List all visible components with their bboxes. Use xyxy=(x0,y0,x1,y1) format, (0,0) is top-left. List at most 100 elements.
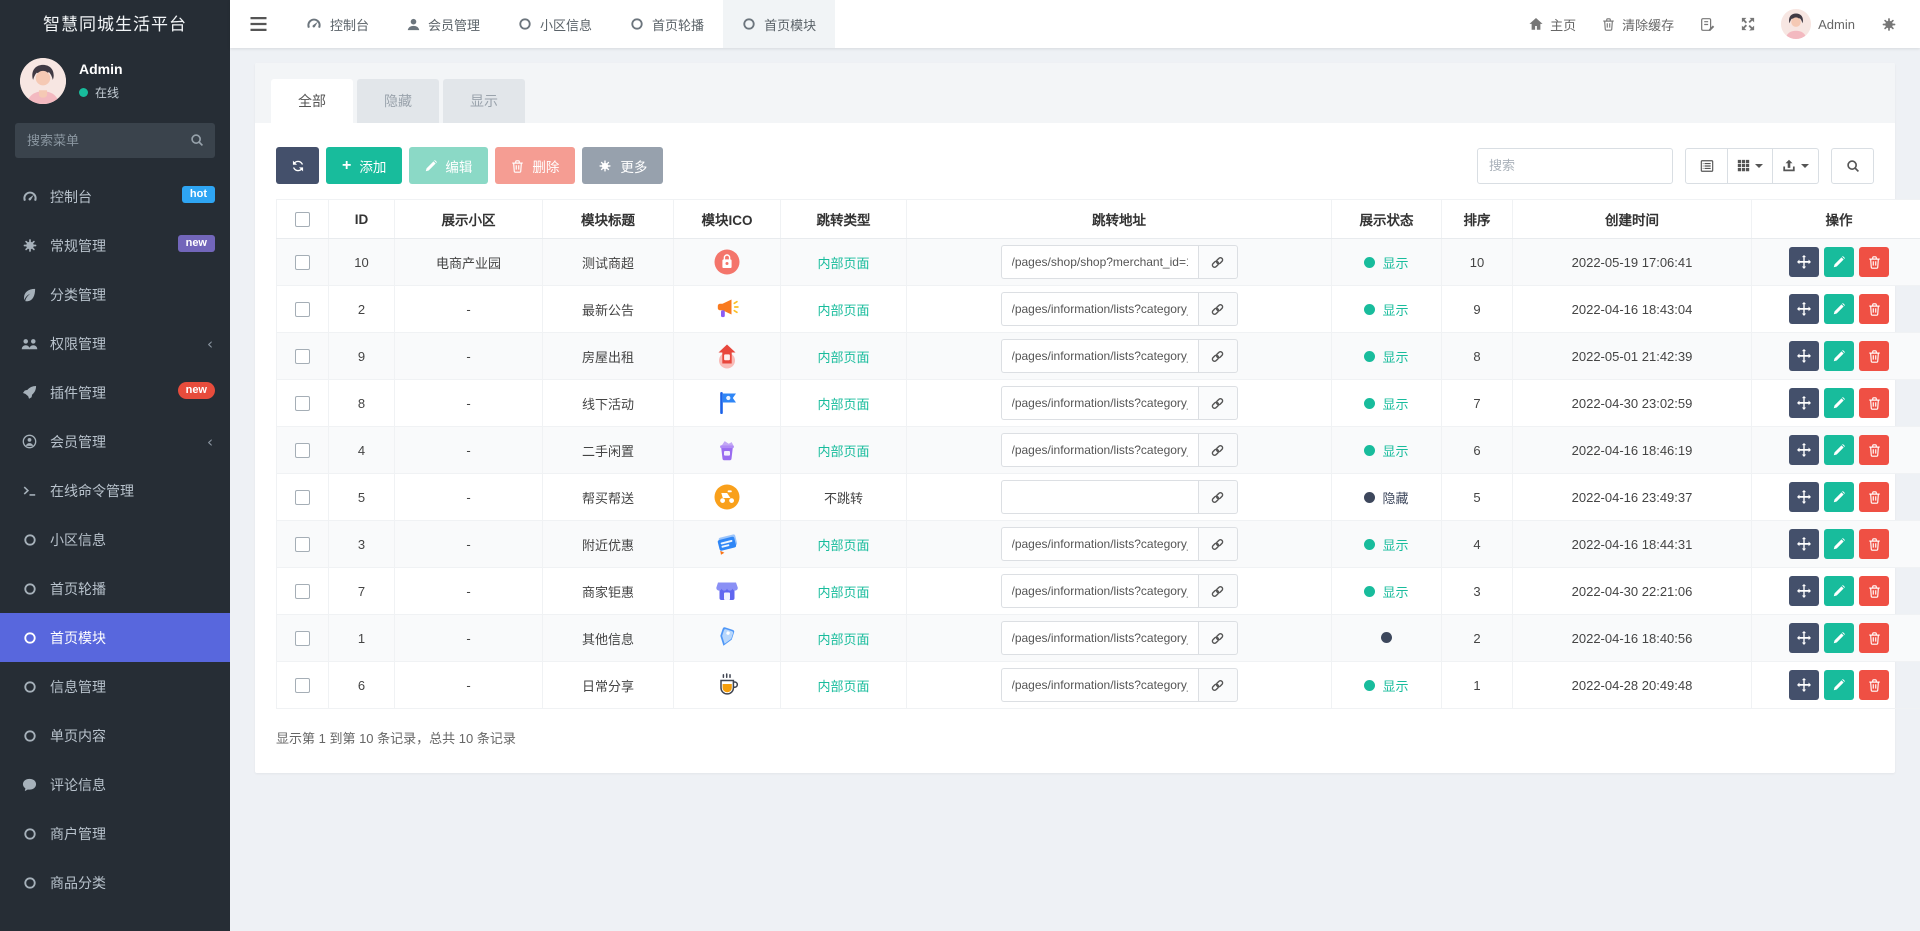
select-link-button[interactable] xyxy=(1197,386,1238,420)
row-edit-button[interactable] xyxy=(1824,388,1854,418)
jump-url-input[interactable] xyxy=(1000,574,1198,608)
row-edit-button[interactable] xyxy=(1824,435,1854,465)
jump-url-input[interactable] xyxy=(1000,292,1198,326)
status-badge[interactable]: 显示 xyxy=(1364,582,1409,601)
select-link-button[interactable] xyxy=(1197,433,1238,467)
export-button[interactable] xyxy=(1773,147,1819,184)
row-delete-button[interactable] xyxy=(1859,388,1889,418)
drag-sort-button[interactable] xyxy=(1789,576,1819,606)
select-link-button[interactable] xyxy=(1197,574,1238,608)
filter-tab-显示[interactable]: 显示 xyxy=(443,79,525,123)
status-badge[interactable]: 显示 xyxy=(1364,347,1409,366)
row-edit-button[interactable] xyxy=(1824,529,1854,559)
sidebar-toggle-button[interactable] xyxy=(230,0,287,48)
row-edit-button[interactable] xyxy=(1824,482,1854,512)
status-badge[interactable]: 隐藏 xyxy=(1364,488,1409,507)
status-badge[interactable]: 显示 xyxy=(1364,253,1409,272)
sidebar-item-首页轮播[interactable]: 首页轮播 xyxy=(0,564,230,613)
row-checkbox[interactable] xyxy=(295,537,310,553)
sidebar-item-评论信息[interactable]: 评论信息 xyxy=(0,760,230,809)
sidebar-item-商品分类[interactable]: 商品分类 xyxy=(0,858,230,907)
row-checkbox[interactable] xyxy=(295,396,310,412)
select-link-button[interactable] xyxy=(1197,621,1238,655)
sidebar-item-小区信息[interactable]: 小区信息 xyxy=(0,515,230,564)
jump-url-input[interactable] xyxy=(1000,433,1198,467)
row-edit-button[interactable] xyxy=(1824,576,1854,606)
sidebar-item-插件管理[interactable]: 插件管理 new xyxy=(0,368,230,417)
row-checkbox[interactable] xyxy=(295,678,310,694)
row-edit-button[interactable] xyxy=(1824,623,1854,653)
docs-button[interactable] xyxy=(1687,0,1728,48)
topbar-tab-首页轮播[interactable]: 首页轮播 xyxy=(611,0,723,48)
drag-sort-button[interactable] xyxy=(1789,670,1819,700)
sidebar-item-分类管理[interactable]: 分类管理 xyxy=(0,270,230,319)
menu-search-input[interactable] xyxy=(15,123,215,158)
fullscreen-button[interactable] xyxy=(1728,0,1768,48)
jump-url-input[interactable] xyxy=(1000,527,1198,561)
drag-sort-button[interactable] xyxy=(1789,388,1819,418)
select-link-button[interactable] xyxy=(1197,245,1238,279)
select-link-button[interactable] xyxy=(1197,339,1238,373)
jump-url-input[interactable] xyxy=(1000,668,1198,702)
jump-url-input[interactable] xyxy=(1000,386,1198,420)
row-delete-button[interactable] xyxy=(1859,529,1889,559)
sidebar-item-常规管理[interactable]: 常规管理 new xyxy=(0,221,230,270)
row-checkbox[interactable] xyxy=(295,443,310,459)
row-delete-button[interactable] xyxy=(1859,670,1889,700)
status-badge[interactable]: 显示 xyxy=(1364,676,1409,695)
row-delete-button[interactable] xyxy=(1859,294,1889,324)
delete-button[interactable]: 删除 xyxy=(495,147,576,184)
row-delete-button[interactable] xyxy=(1859,247,1889,277)
row-checkbox[interactable] xyxy=(295,631,310,647)
user-avatar[interactable] xyxy=(20,58,66,104)
user-menu[interactable]: Admin xyxy=(1768,0,1868,48)
jump-url-input[interactable] xyxy=(1000,621,1198,655)
row-delete-button[interactable] xyxy=(1859,576,1889,606)
status-badge[interactable]: 显示 xyxy=(1364,394,1409,413)
drag-sort-button[interactable] xyxy=(1789,623,1819,653)
drag-sort-button[interactable] xyxy=(1789,482,1819,512)
drag-sort-button[interactable] xyxy=(1789,341,1819,371)
filter-tab-隐藏[interactable]: 隐藏 xyxy=(357,79,439,123)
select-link-button[interactable] xyxy=(1197,292,1238,326)
topbar-tab-会员管理[interactable]: 会员管理 xyxy=(388,0,499,48)
jump-url-input[interactable] xyxy=(1000,480,1198,514)
row-checkbox[interactable] xyxy=(295,349,310,365)
row-checkbox[interactable] xyxy=(295,255,310,271)
select-link-button[interactable] xyxy=(1197,527,1238,561)
status-badge[interactable]: 显示 xyxy=(1364,535,1409,554)
row-delete-button[interactable] xyxy=(1859,435,1889,465)
sidebar-item-权限管理[interactable]: 权限管理 ‹ xyxy=(0,319,230,368)
home-link[interactable]: 主页 xyxy=(1516,0,1589,48)
sidebar-item-首页模块[interactable]: 首页模块 xyxy=(0,613,230,662)
row-delete-button[interactable] xyxy=(1859,341,1889,371)
settings-button[interactable] xyxy=(1868,0,1910,48)
search-toggle-button[interactable] xyxy=(1831,147,1874,184)
drag-sort-button[interactable] xyxy=(1789,294,1819,324)
filter-tab-全部[interactable]: 全部 xyxy=(271,79,353,123)
row-checkbox[interactable] xyxy=(295,490,310,506)
topbar-tab-控制台[interactable]: 控制台 xyxy=(287,0,388,48)
edit-button[interactable]: 编辑 xyxy=(409,147,489,184)
select-all-checkbox[interactable] xyxy=(295,211,310,227)
drag-sort-button[interactable] xyxy=(1789,435,1819,465)
sidebar-item-会员管理[interactable]: 会员管理 ‹ xyxy=(0,417,230,466)
add-button[interactable]: + 添加 xyxy=(326,147,403,184)
toggle-view-button[interactable] xyxy=(1685,147,1728,184)
drag-sort-button[interactable] xyxy=(1789,247,1819,277)
row-edit-button[interactable] xyxy=(1824,670,1854,700)
table-search-input[interactable] xyxy=(1477,147,1673,184)
row-delete-button[interactable] xyxy=(1859,623,1889,653)
status-badge[interactable]: 显示 xyxy=(1364,441,1409,460)
refresh-button[interactable] xyxy=(276,147,319,184)
jump-url-input[interactable] xyxy=(1000,339,1198,373)
drag-sort-button[interactable] xyxy=(1789,529,1819,559)
clear-cache-link[interactable]: 清除缓存 xyxy=(1589,0,1687,48)
row-delete-button[interactable] xyxy=(1859,482,1889,512)
jump-url-input[interactable] xyxy=(1000,245,1198,279)
row-edit-button[interactable] xyxy=(1824,247,1854,277)
row-edit-button[interactable] xyxy=(1824,341,1854,371)
sidebar-item-在线命令管理[interactable]: 在线命令管理 xyxy=(0,466,230,515)
sidebar-item-单页内容[interactable]: 单页内容 xyxy=(0,711,230,760)
row-edit-button[interactable] xyxy=(1824,294,1854,324)
